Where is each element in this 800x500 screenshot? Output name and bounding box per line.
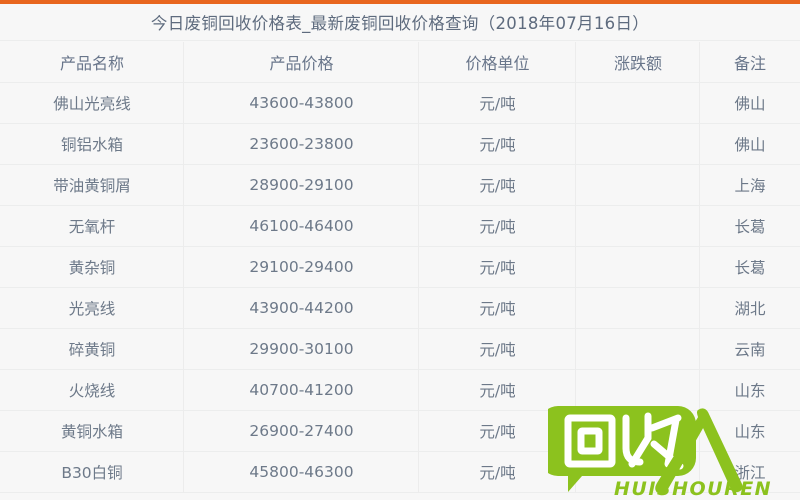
cell-name: 黄杂铜 [0,246,184,288]
cell-note: 长葛 [734,259,766,277]
cell-change [576,451,700,493]
cell-change [576,246,700,288]
table-row: 火烧线 40700-41200 元/吨 山东 [0,369,800,411]
price-table: 产品名称 产品价格 价格单位 涨跌额 备注 佛山光亮线 43600-43800 元/吨 佛山铜… [0,41,800,493]
cell-name: 无氧杆 [0,205,184,247]
cell-price: 26900-27400 [184,410,419,452]
table-row: 铜铝水箱 23600-23800 元/吨 佛山 [0,123,800,165]
cell-name: 火烧线 [0,369,184,411]
table-row: 带油黄铜屑 28900-29100 元/吨 上海 [0,164,800,206]
column-header-change: 涨跌额 [576,41,700,83]
cell-unit: 元/吨 [419,164,576,206]
table-header-row: 产品名称 产品价格 价格单位 涨跌额 备注 [0,41,800,83]
table-row: 黄铜水箱 26900-27400 元/吨 山东 [0,410,800,452]
cell-price: 29100-29400 [184,246,419,288]
cell-note: 上海 [734,177,766,195]
cell-note: 佛山 [734,95,766,113]
cell-note: 云南 [734,341,766,359]
cell-unit: 元/吨 [419,328,576,370]
cell-change [576,328,700,370]
cell-price: 45800-46300 [184,451,419,493]
cell-note: 山东 [734,423,766,441]
column-header-unit: 价格单位 [419,41,576,83]
column-header-name: 产品名称 [0,41,184,83]
table-row: 光亮线 43900-44200 元/吨 湖北 [0,287,800,329]
cell-change [576,82,700,124]
cell-note: 浙江 [734,464,766,482]
page-title: 今日废铜回收价格表_最新废铜回收价格查询（2018年07月16日） [150,14,650,33]
cell-name: 黄铜水箱 [0,410,184,452]
cell-name: 碎黄铜 [0,328,184,370]
cell-name: B30白铜 [0,451,184,493]
column-header-note: 备注 [733,54,766,73]
cell-unit: 元/吨 [419,410,576,452]
table-row: 无氧杆 46100-46400 元/吨 长葛 [0,205,800,247]
cell-price: 23600-23800 [184,123,419,165]
cell-unit: 元/吨 [419,246,576,288]
cell-note: 湖北 [734,300,766,318]
cell-note: 长葛 [734,218,766,236]
cell-unit: 元/吨 [419,369,576,411]
cell-unit: 元/吨 [419,123,576,165]
cell-unit: 元/吨 [419,287,576,329]
table-row: 黄杂铜 29100-29400 元/吨 长葛 [0,246,800,288]
cell-change [576,123,700,165]
cell-price: 43600-43800 [184,82,419,124]
cell-unit: 元/吨 [419,451,576,493]
column-header-price: 产品价格 [184,41,419,83]
cell-name: 佛山光亮线 [0,82,184,124]
cell-note: 山东 [734,382,766,400]
table-row: 碎黄铜 29900-30100 元/吨 云南 [0,328,800,370]
table-row: 佛山光亮线 43600-43800 元/吨 佛山 [0,82,800,124]
cell-price: 29900-30100 [184,328,419,370]
cell-name: 带油黄铜屑 [0,164,184,206]
cell-change [576,164,700,206]
cell-change [576,410,700,452]
cell-name: 铜铝水箱 [0,123,184,165]
cell-name: 光亮线 [0,287,184,329]
page-title-band: 今日废铜回收价格表_最新废铜回收价格查询（2018年07月16日） [0,4,800,41]
top-accent-rule [0,0,800,4]
cell-unit: 元/吨 [419,205,576,247]
cell-change [576,205,700,247]
cell-note: 佛山 [734,136,766,154]
table-row: B30白铜 45800-46300 元/吨 浙江 [0,451,800,493]
cell-price: 46100-46400 [184,205,419,247]
cell-change [576,287,700,329]
cell-price: 28900-29100 [184,164,419,206]
cell-unit: 元/吨 [419,82,576,124]
cell-change [576,369,700,411]
price-table-page: 今日废铜回收价格表_最新废铜回收价格查询（2018年07月16日） 产品名称 产品… [0,0,800,500]
cell-price: 43900-44200 [184,287,419,329]
cell-price: 40700-41200 [184,369,419,411]
